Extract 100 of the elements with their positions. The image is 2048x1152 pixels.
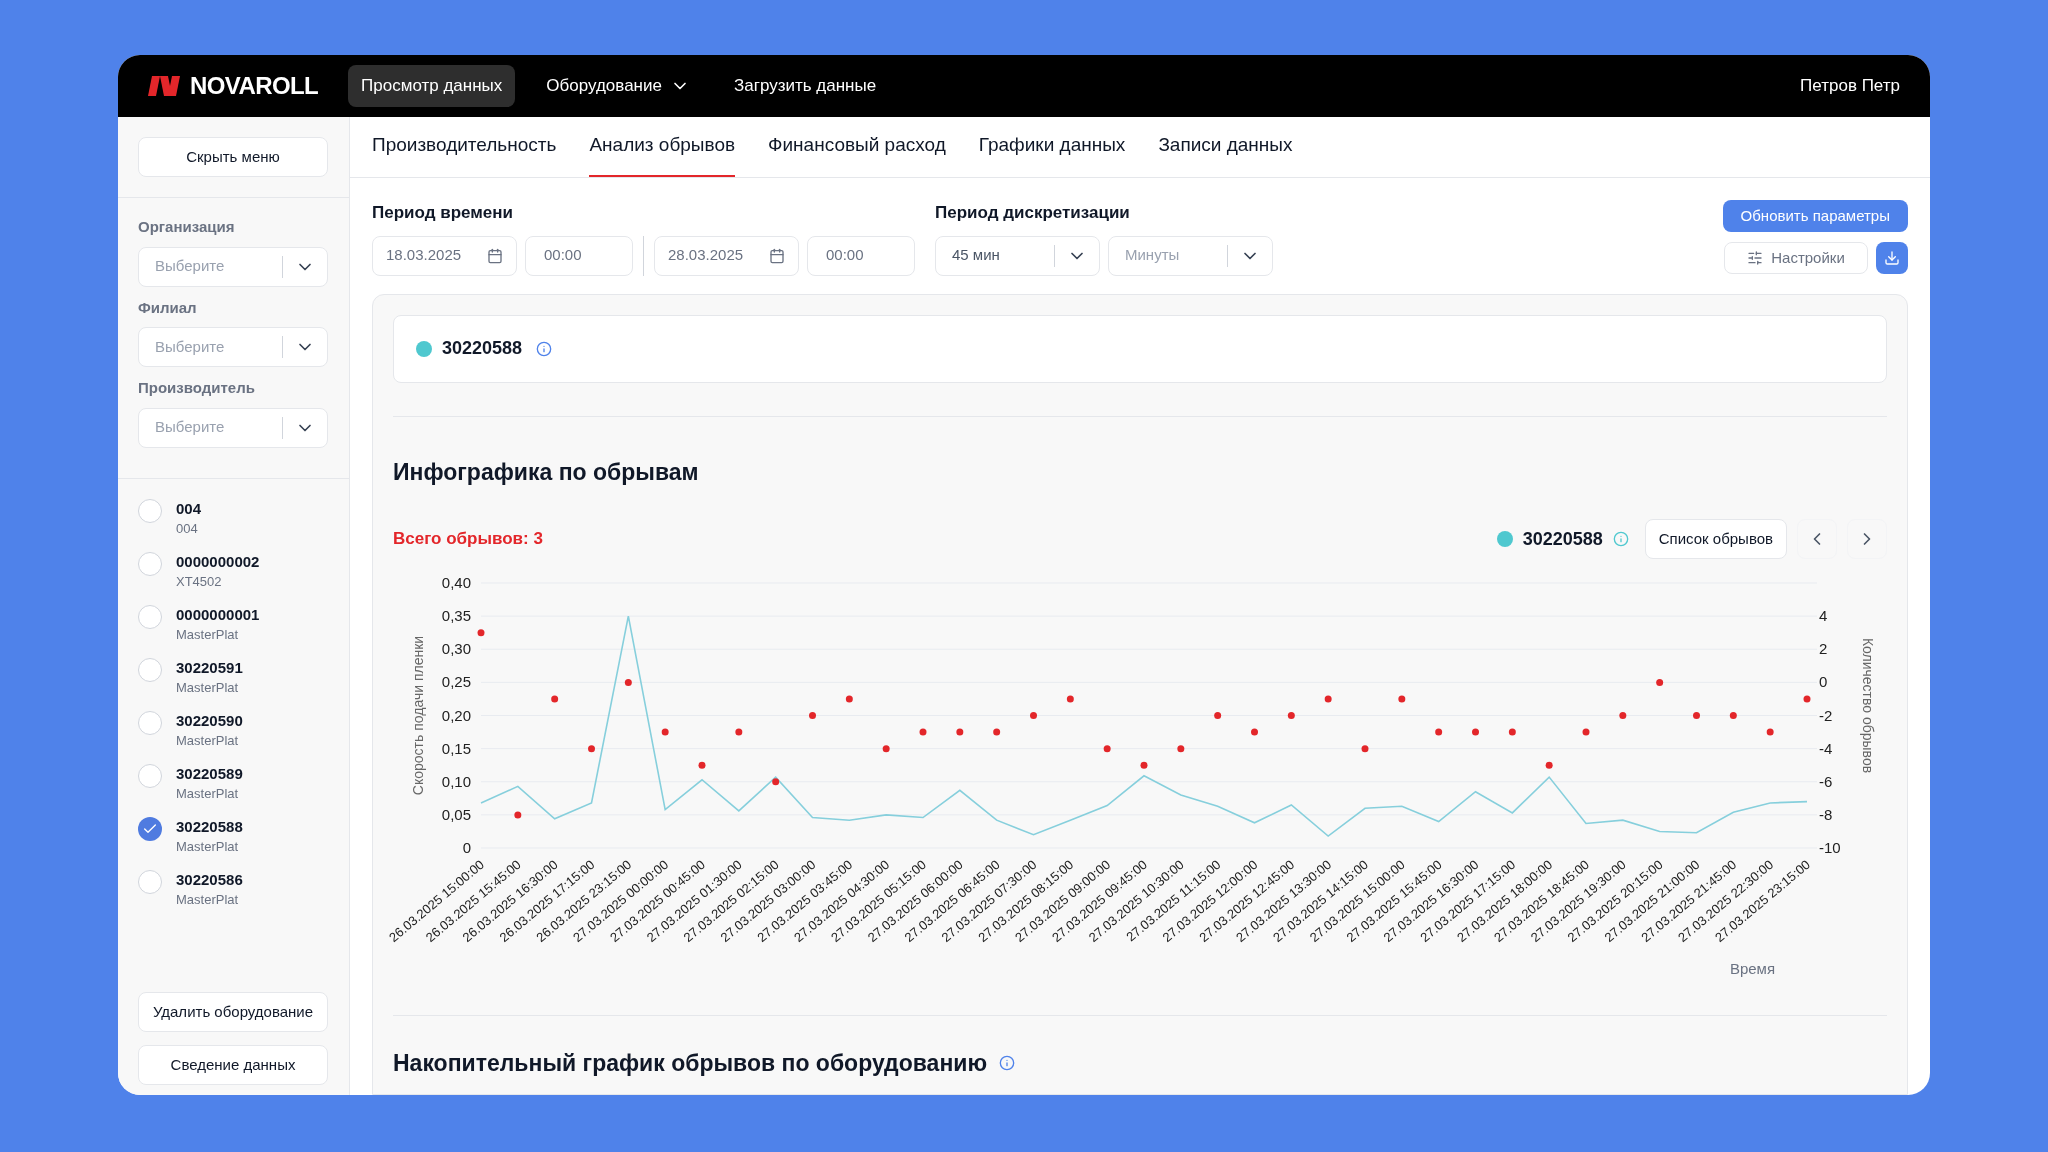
time-field[interactable]: 00:00 [807,235,915,276]
break-point [514,811,522,819]
equipment-label: 30220588 [442,337,523,360]
break-point [1619,712,1627,719]
legend-label: 30220588 [1522,527,1603,551]
info-icon[interactable] [999,1054,1016,1071]
break-point [661,728,669,736]
axis-tick-label: 0 [1819,673,1828,691]
equipment-name: 30220588 [176,816,243,837]
equipment-model: MasterPlat [176,890,240,909]
nav-item[interactable]: Загрузить данные [720,65,890,107]
equipment-model: 004 [176,519,199,538]
break-point [1251,728,1258,736]
equipment-name: 30220590 [176,710,243,731]
break-point [882,745,890,753]
break-point [1103,745,1111,753]
info-icon[interactable] [536,340,553,357]
checkbox[interactable] [138,710,162,735]
break-point [1030,712,1037,719]
axis-tick-label: 0,40 [441,574,471,591]
date-field[interactable]: 28.03.2025 [654,235,799,276]
break-point [1472,728,1479,736]
break-point [845,695,853,703]
break-point [1656,678,1664,686]
hide-menu-button[interactable]: Скрыть меню [138,137,328,177]
axis-tick-label: -10 [1819,839,1841,856]
update-button[interactable]: Обновить параметры [1722,200,1908,232]
axis-title: Скорость подачи пленки [410,635,426,796]
break-point [477,629,485,637]
axis-tick-label: -2 [1819,706,1833,724]
checkbox[interactable] [138,498,162,523]
checkbox[interactable] [138,816,162,841]
download-button[interactable] [1876,242,1908,274]
filter-label: Производитель [138,378,256,398]
time-field[interactable]: 00:00 [525,235,633,276]
break-point [1361,745,1369,753]
break-point [1508,728,1516,736]
break-point [1435,728,1443,736]
break-point [919,728,927,736]
nav-item[interactable]: Просмотр данных [348,65,516,107]
break-point [772,778,780,786]
break-point [551,695,559,703]
sidebar-action-button[interactable]: Удалить оборудование [138,992,328,1032]
axis-tick-label: 0,10 [441,772,471,790]
calendar-icon [487,247,503,264]
equipment-model: MasterPlat [176,678,240,697]
equipment-name: 004 [176,498,202,519]
equipment-model: MasterPlat [176,837,240,856]
nav-item[interactable]: Оборудование [533,65,703,107]
filter-label: Организация [138,217,236,237]
download-icon [1884,250,1900,266]
break-point [1324,695,1332,703]
break-point [1766,728,1774,736]
checkbox[interactable] [138,869,162,894]
checkbox[interactable] [138,551,162,576]
tab[interactable]: Анализ обрывов [589,116,736,177]
logo-icon [148,76,182,96]
select-field[interactable]: 45 мин [935,235,1100,276]
break-point [993,728,1001,736]
break-point [956,728,964,736]
break-point [1803,695,1811,703]
equipment-name: 0000000002 [176,551,260,572]
axis-tick-label: 0,20 [441,706,471,724]
brand-name: NOVAROLL [190,71,319,101]
equipment-model: XT4502 [176,572,223,591]
tab[interactable]: Записи данных [1158,116,1293,177]
previous-button[interactable] [1797,519,1837,559]
break-point [698,761,706,769]
settings-button[interactable]: Настройки [1724,242,1868,274]
break-point [1582,728,1590,736]
axis-tick-label: -8 [1819,805,1833,823]
break-point [735,728,743,736]
checkbox[interactable] [138,763,162,788]
info-icon[interactable] [1612,531,1629,547]
date-field[interactable]: 18.03.2025 [372,235,517,276]
filter-label: Филиал [138,297,198,318]
axis-title: Время [1729,959,1775,979]
break-point [588,745,595,753]
break-point [1693,712,1700,719]
axis-tick-label: 2 [1819,640,1828,658]
equipment-model: MasterPlat [176,784,240,803]
checkbox[interactable] [138,657,162,682]
break-point [1545,761,1553,769]
user-name[interactable]: Петров Петр [1800,73,1900,99]
sidebar-action-button[interactable]: Сведение данных [138,1045,328,1085]
axis-tick-label: 0,35 [441,607,471,625]
tab[interactable]: Финансовый расход [768,116,946,177]
break-point [1287,712,1295,719]
equipment-name: 30220586 [176,869,243,890]
equipment-model: MasterPlat [176,731,240,750]
calendar-icon [769,247,785,264]
breaks-list-button[interactable]: Список обрывов [1644,519,1787,559]
total-breaks: Всего обрывов: 3 [393,528,543,551]
checkbox[interactable] [138,604,162,629]
next-button[interactable] [1847,519,1887,559]
tab[interactable]: Графики данных [978,116,1126,177]
axis-tick-label: 0 [462,839,471,856]
field-label: Период времени [372,202,514,224]
tab[interactable]: Производительность [372,116,557,177]
axis-tick-label: -4 [1819,739,1833,757]
